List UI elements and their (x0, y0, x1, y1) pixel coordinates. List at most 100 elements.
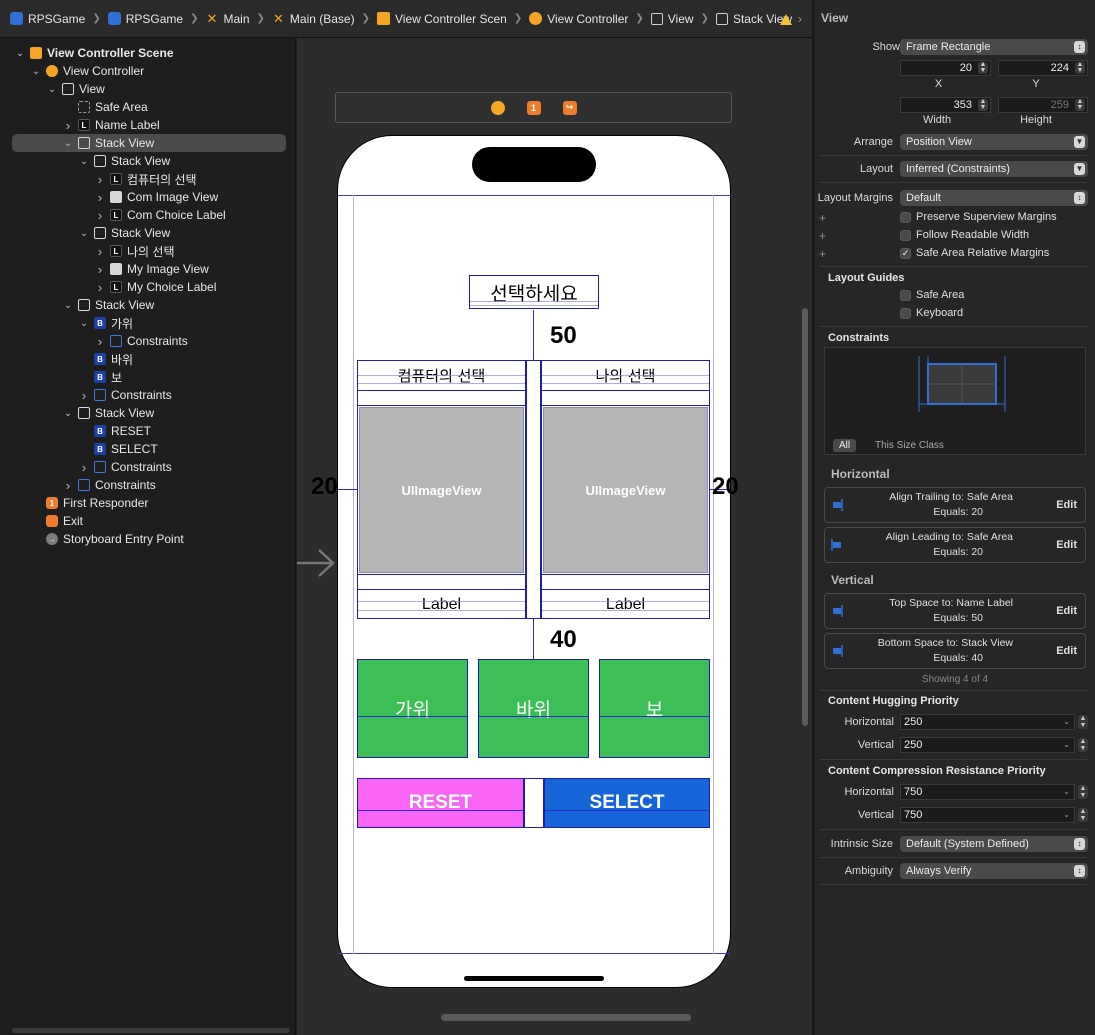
tab-all[interactable]: All (833, 439, 857, 452)
chevron-right-icon[interactable]: › (62, 478, 74, 493)
outline-item[interactable]: ⌄ Stack View (0, 152, 170, 170)
checkbox-icon[interactable] (900, 211, 911, 223)
name-label[interactable]: 선택하세요 (469, 275, 599, 309)
first-responder-icon[interactable]: 1 (526, 100, 541, 115)
outline-scrollbar[interactable] (12, 1028, 290, 1033)
chevron-right-icon[interactable]: › (94, 208, 106, 223)
breadcrumb-item[interactable]: RPSGame (10, 12, 85, 26)
chevron-right-icon[interactable]: › (94, 334, 106, 349)
outline-item[interactable]: ⌄ View Controller (0, 62, 144, 80)
outline-item[interactable]: ⌄ Stack View (0, 296, 154, 314)
outline-item[interactable]: › Constraints (0, 386, 172, 404)
chevron-right-icon[interactable]: › (94, 280, 106, 295)
outline-item[interactable]: › L Com Choice Label (0, 206, 226, 224)
outline-item[interactable]: B SELECT (0, 440, 158, 458)
checkmark-icon[interactable]: ✓ (900, 247, 911, 259)
outline-item[interactable]: ⌄ B 가위 (0, 314, 133, 332)
stepper-icon[interactable]: ▲ ▼ (1078, 715, 1088, 729)
breadcrumb-item[interactable]: View Controller Scen (376, 12, 507, 26)
chevron-right-icon[interactable]: › (798, 12, 802, 26)
entry-point-arrow-icon[interactable] (297, 546, 337, 580)
chevron-down-icon[interactable]: ⌄ (1063, 808, 1070, 822)
chevron-down-icon[interactable]: ⌄ (62, 300, 74, 311)
outline-item[interactable]: → Storyboard Entry Point (0, 530, 184, 548)
outline-item[interactable]: › L 나의 선택 (0, 242, 175, 260)
com-image-view[interactable]: UIImageView (359, 407, 524, 573)
stepper-icon[interactable]: ▲ ▼ (978, 61, 988, 74)
chevron-down-icon[interactable]: ⌄ (1063, 738, 1070, 752)
outline-item[interactable]: Exit (0, 512, 83, 530)
constraint-card[interactable]: Align Leading to: Safe Area Equals: 20 Edi… (824, 527, 1086, 563)
breadcrumb-item[interactable]: ✕ Main (206, 12, 250, 26)
leading-constraint[interactable] (338, 489, 358, 490)
ambiguity-popup[interactable]: Always Verify ↕ (900, 863, 1088, 879)
constraint-card[interactable]: Align Trailing to: Safe Area Equals: 20 Ed… (824, 487, 1086, 523)
checkbox-icon[interactable] (900, 229, 911, 241)
preserve-margins-checkbox[interactable]: Preserve Superview Margins (900, 211, 1057, 223)
iphone-frame[interactable]: 선택하세요 50 20 20 컴퓨터의 선택 UIImageView Label… (311, 135, 739, 988)
outline-item[interactable]: 1 First Responder (0, 494, 148, 512)
chevron-right-icon[interactable]: › (94, 262, 106, 277)
readable-width-checkbox[interactable]: Follow Readable Width (900, 229, 1029, 241)
compression-vertical-field[interactable]: 750 ⌄ (900, 807, 1075, 823)
add-variation-icon[interactable]: + (819, 247, 826, 261)
stepper-icon[interactable]: ▲ ▼ (1078, 785, 1088, 799)
outline-item[interactable]: ⌄ Stack View (0, 224, 170, 242)
safe-area-margins-checkbox[interactable]: ✓ Safe Area Relative Margins (900, 247, 1049, 259)
show-popup[interactable]: Frame Rectangle ↕ (900, 39, 1088, 55)
outline-item[interactable]: › My Image View (0, 260, 209, 278)
constraint-edit-button[interactable]: Edit (1056, 499, 1077, 511)
constraint-card[interactable]: Bottom Space to: Stack View Equals: 40 Edi… (824, 633, 1086, 669)
chevron-down-icon[interactable]: ⌄ (62, 138, 74, 149)
hugging-horizontal-field[interactable]: 250 ⌄ (900, 714, 1075, 730)
outline-item[interactable]: › L 컴퓨터의 선택 (0, 170, 197, 188)
layout-margins-popup[interactable]: Default ↕ (900, 190, 1088, 206)
outline-item[interactable]: › Com Image View (0, 188, 218, 206)
view-controller-icon[interactable] (490, 100, 505, 115)
outline-item[interactable]: › Constraints (0, 332, 188, 350)
width-field[interactable]: 353 ▲ ▼ (900, 97, 991, 113)
com-choice-label[interactable]: Label (358, 591, 525, 619)
checkbox-icon[interactable] (900, 307, 911, 319)
reset-button[interactable]: RESET (357, 778, 524, 828)
bottom-space-constraint[interactable] (533, 619, 534, 659)
add-variation-icon[interactable]: + (819, 229, 826, 243)
safe-area-guide-checkbox[interactable]: Safe Area (900, 289, 964, 301)
chevron-down-icon[interactable]: ⌄ (78, 318, 90, 329)
chevron-down-icon[interactable]: ⌄ (14, 48, 26, 59)
chevron-down-icon[interactable]: ⌄ (1063, 715, 1070, 729)
top-space-constraint[interactable] (533, 310, 534, 360)
chevron-down-icon[interactable]: ⌄ (1063, 785, 1070, 799)
stepper-icon[interactable]: ▲ ▼ (1078, 808, 1088, 822)
constraint-edit-button[interactable]: Edit (1056, 645, 1077, 657)
checkbox-icon[interactable] (900, 289, 911, 301)
chevron-right-icon[interactable]: › (94, 244, 106, 259)
chevron-right-icon[interactable]: › (78, 460, 90, 475)
constraint-card[interactable]: Top Space to: Name Label Equals: 50 Edit (824, 593, 1086, 629)
add-variation-icon[interactable]: + (819, 211, 826, 225)
breadcrumb-item[interactable]: View (650, 12, 694, 26)
x-field[interactable]: 20 ▲ ▼ (900, 60, 991, 76)
outline-item[interactable]: › L Name Label (0, 116, 160, 134)
breadcrumb-item[interactable]: View Controller (529, 12, 628, 26)
scissors-button[interactable]: 가위 (357, 659, 468, 758)
layout-popup[interactable]: Inferred (Constraints) ▼ (900, 161, 1088, 177)
chevron-down-icon[interactable]: ⌄ (46, 84, 58, 95)
outline-item[interactable]: ⌄ View (0, 80, 105, 98)
outline-item[interactable]: Safe Area (0, 98, 148, 116)
breadcrumb-item[interactable]: ✕ Main (Base) (272, 12, 355, 26)
outline-item[interactable]: › Constraints (0, 476, 156, 494)
select-button[interactable]: SELECT (544, 778, 710, 828)
intrinsic-size-popup[interactable]: Default (System Defined) ↕ (900, 836, 1088, 852)
canvas-horizontal-scrollbar[interactable] (441, 1014, 691, 1021)
chevron-right-icon[interactable]: › (94, 172, 106, 187)
constraint-edit-button[interactable]: Edit (1056, 539, 1077, 551)
storyboard-canvas[interactable]: 1 ↪ 선택하세요 50 20 20 컴퓨터의 선택 UIImageView L… (297, 38, 812, 1035)
chevron-down-icon[interactable]: ⌄ (78, 228, 90, 239)
outline-item[interactable]: B 바위 (0, 350, 133, 368)
outline-item[interactable]: ⌄ View Controller Scene (0, 44, 174, 62)
chevron-right-icon[interactable]: › (62, 118, 74, 133)
outline-item[interactable]: ⌄ Stack View (0, 404, 154, 422)
com-stack-view[interactable]: 컴퓨터의 선택 UIImageView Label (357, 360, 526, 619)
chevron-down-icon[interactable]: ⌄ (78, 156, 90, 167)
